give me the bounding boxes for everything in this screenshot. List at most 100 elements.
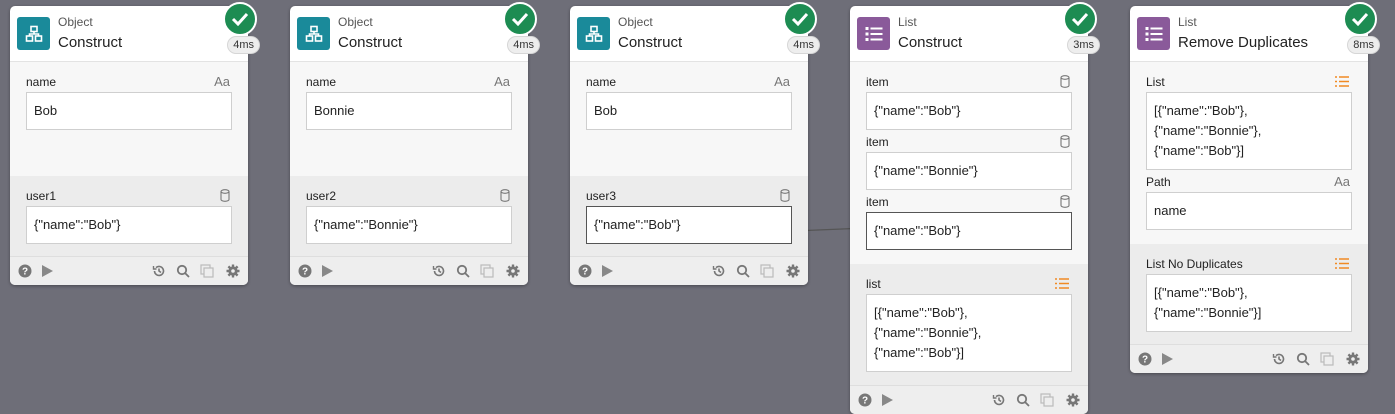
node-title: Construct — [58, 34, 123, 51]
run-icon[interactable] — [320, 264, 334, 278]
node-toolbar: ? — [850, 385, 1088, 414]
search-icon[interactable] — [176, 264, 190, 278]
search-icon[interactable] — [736, 264, 750, 278]
port-value-input[interactable]: [{"name":"Bob"}, {"name":"Bonnie"}, {"na… — [866, 294, 1072, 372]
success-check-icon — [1343, 2, 1377, 36]
copy-icon[interactable] — [480, 264, 494, 278]
list-type-icon — [1334, 257, 1350, 273]
svg-text:?: ? — [582, 267, 588, 278]
run-icon[interactable] — [40, 264, 54, 278]
copy-icon[interactable] — [760, 264, 774, 278]
history-icon[interactable] — [1272, 352, 1286, 366]
port-value-input[interactable]: Bonnie — [306, 92, 512, 130]
port-value-input[interactable]: {"name":"Bob"} — [26, 206, 232, 244]
inputs-section: name Aa Bob — [570, 62, 808, 176]
list-type-icon — [1054, 277, 1070, 293]
node-card[interactable]: Object Construct 4ms name Aa Bob user1 {"name":… — [10, 2, 260, 285]
svg-text:?: ? — [862, 396, 868, 407]
port-label: name — [586, 75, 617, 89]
port-value-input[interactable]: Bob — [26, 92, 232, 130]
help-icon[interactable]: ? — [858, 393, 872, 407]
port-field: user3 {"name":"Bob"} — [586, 188, 792, 244]
search-icon[interactable] — [456, 264, 470, 278]
port-field: item {"name":"Bob"} — [866, 74, 1072, 130]
outputs-section: user3 {"name":"Bob"} — [570, 176, 808, 256]
port-field: name Aa Bonnie — [306, 74, 512, 130]
node-header[interactable]: Object Construct 4ms — [10, 2, 260, 62]
node-card[interactable]: Object Construct 4ms name Aa Bob user3 {"name":… — [570, 2, 820, 285]
port-value-input[interactable]: {"name":"Bob"} — [866, 212, 1072, 250]
port-field: name Aa Bob — [26, 74, 232, 130]
port-label: list — [866, 277, 881, 291]
gear-icon[interactable] — [786, 264, 800, 278]
help-icon[interactable]: ? — [578, 264, 592, 278]
database-icon — [780, 189, 790, 205]
port-value-input[interactable]: [{"name":"Bob"}, {"name":"Bonnie"}, {"na… — [1146, 92, 1352, 170]
node-header[interactable]: Object Construct 4ms — [570, 2, 820, 62]
outputs-section: List No Duplicates [{"name":"Bob"}, {"nam… — [1130, 244, 1368, 344]
node-category: List — [898, 15, 917, 29]
outputs-section: user1 {"name":"Bob"} — [10, 176, 248, 256]
list-type-icon — [1334, 75, 1350, 91]
help-icon[interactable]: ? — [1138, 352, 1152, 366]
success-check-icon — [223, 2, 257, 36]
port-label: item — [866, 75, 889, 89]
node-category: List — [1178, 15, 1197, 29]
node-header[interactable]: List Construct 3ms — [850, 2, 1100, 62]
text-icon: Aa — [1334, 174, 1350, 189]
search-icon[interactable] — [1296, 352, 1310, 366]
inputs-section: List [{"name":"Bob"}, {"name":"Bonnie"}, … — [1130, 62, 1368, 244]
node-header[interactable]: Object Construct 4ms — [290, 2, 540, 62]
node-card[interactable]: List Remove Duplicates 8ms List [{"name":"Bo… — [1130, 2, 1380, 373]
help-icon[interactable]: ? — [298, 264, 312, 278]
port-value-input[interactable]: [{"name":"Bob"}, {"name":"Bonnie"}] — [1146, 274, 1352, 332]
history-icon[interactable] — [992, 393, 1006, 407]
object-icon — [17, 17, 50, 50]
port-label: item — [866, 135, 889, 149]
history-icon[interactable] — [152, 264, 166, 278]
success-check-icon — [1063, 2, 1097, 36]
copy-icon[interactable] — [1040, 393, 1054, 407]
copy-icon[interactable] — [1320, 352, 1334, 366]
port-value-input[interactable]: {"name":"Bob"} — [586, 206, 792, 244]
port-label: name — [306, 75, 337, 89]
port-value-input[interactable]: Bob — [586, 92, 792, 130]
port-field: user1 {"name":"Bob"} — [26, 188, 232, 244]
run-icon[interactable] — [600, 264, 614, 278]
text-icon: Aa — [494, 74, 510, 89]
port-field: item {"name":"Bonnie"} — [866, 134, 1072, 190]
port-value-input[interactable]: name — [1146, 192, 1352, 230]
success-check-icon — [783, 2, 817, 36]
help-icon[interactable]: ? — [18, 264, 32, 278]
success-check-icon — [503, 2, 537, 36]
gear-icon[interactable] — [1066, 393, 1080, 407]
search-icon[interactable] — [1016, 393, 1030, 407]
node-header[interactable]: List Remove Duplicates 8ms — [1130, 2, 1380, 62]
node-toolbar: ? — [290, 256, 528, 285]
port-label: item — [866, 195, 889, 209]
svg-text:?: ? — [22, 267, 28, 278]
port-value-input[interactable]: {"name":"Bob"} — [866, 92, 1072, 130]
gear-icon[interactable] — [506, 264, 520, 278]
run-icon[interactable] — [1160, 352, 1174, 366]
port-label: Path — [1146, 175, 1171, 189]
run-icon[interactable] — [880, 393, 894, 407]
port-value-input[interactable]: {"name":"Bonnie"} — [866, 152, 1072, 190]
node-title: Construct — [898, 34, 963, 51]
port-field: List No Duplicates [{"name":"Bob"}, {"nam… — [1146, 256, 1352, 332]
list-icon — [1137, 17, 1170, 50]
node-card[interactable]: List Construct 3ms item {"name":"Bob"} item {"… — [850, 2, 1100, 414]
copy-icon[interactable] — [200, 264, 214, 278]
gear-icon[interactable] — [226, 264, 240, 278]
gear-icon[interactable] — [1346, 352, 1360, 366]
history-icon[interactable] — [712, 264, 726, 278]
node-card[interactable]: Object Construct 4ms name Aa Bonnie user2 {"nam… — [290, 2, 540, 285]
node-toolbar: ? — [1130, 344, 1368, 373]
database-icon — [220, 189, 230, 205]
database-icon — [1060, 135, 1070, 151]
text-icon: Aa — [214, 74, 230, 89]
history-icon[interactable] — [432, 264, 446, 278]
port-field: item {"name":"Bob"} — [866, 194, 1072, 250]
port-value-input[interactable]: {"name":"Bonnie"} — [306, 206, 512, 244]
node-toolbar: ? — [570, 256, 808, 285]
